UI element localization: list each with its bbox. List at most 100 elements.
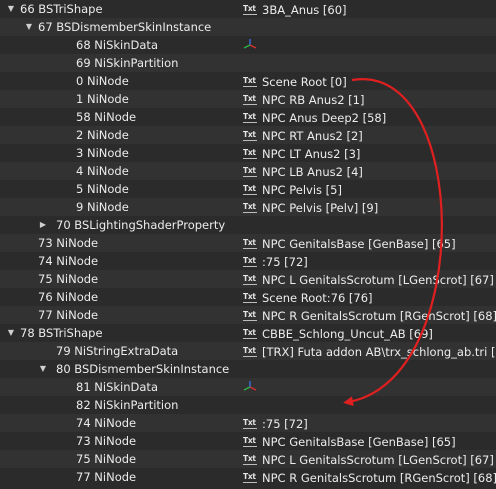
transform-axes-icon: [243, 38, 257, 49]
node-value: [243, 54, 496, 72]
node-value-text: NPC LB Anus2 [4]: [262, 164, 363, 179]
node-value-text: NPC Pelvis [Pelv] [9]: [262, 200, 379, 215]
node-value: Txt NPC R GenitalsScrotum [RGenScrot] [68…: [243, 468, 496, 486]
node-value-text: NPC L GenitalsScrotum [LGenScrot] [67]: [262, 452, 494, 467]
text-type-icon: Txt: [243, 183, 257, 195]
node-value: Txt Scene Root [0]: [243, 72, 496, 90]
tree-row[interactable]: 3 NiNode Txt NPC LT Anus2 [3]: [0, 144, 496, 162]
transform-axes-icon: [243, 380, 257, 391]
tree-row[interactable]: 68 NiSkinData: [0, 36, 496, 54]
node-value-text: [TRX] Futa addon AB\trx_schlong_ab.tri […: [262, 344, 496, 359]
node-tree: ▼ 66 BSTriShape Txt 3BA_Anus [60] ▼ 67 BSDism…: [0, 0, 496, 486]
node-value-text: :75 [72]: [262, 416, 308, 431]
text-type-icon: Txt: [243, 453, 257, 465]
node-value: Txt NPC Pelvis [5]: [243, 180, 496, 198]
tree-row[interactable]: 58 NiNode Txt NPC Anus Deep2 [58]: [0, 108, 496, 126]
node-name: 73 NiNode: [38, 236, 99, 250]
tree-row[interactable]: ▶ 70 BSLightingShaderProperty: [0, 216, 496, 234]
text-type-icon: Txt: [243, 273, 257, 285]
tree-row[interactable]: 75 NiNode Txt NPC L GenitalsScrotum [LGenS…: [0, 270, 496, 288]
text-type-icon: Txt: [243, 165, 257, 177]
text-type-icon: Txt: [243, 201, 257, 213]
text-type-icon: Txt: [243, 327, 257, 339]
tree-row[interactable]: 75 NiNode Txt NPC L GenitalsScrotum [LGenS…: [0, 450, 496, 468]
text-type-icon: Txt: [243, 291, 257, 303]
node-value-text: 3BA_Anus [60]: [262, 2, 347, 17]
node-name: 67 BSDismemberSkinInstance: [38, 20, 212, 34]
node-value-text: Scene Root:76 [76]: [262, 290, 373, 305]
node-value: Txt NPC RB Anus2 [1]: [243, 90, 496, 108]
node-value: Txt CBBE_Schlong_Uncut_AB [69]: [243, 324, 496, 342]
text-type-icon: Txt: [243, 75, 257, 87]
tree-row[interactable]: 77 NiNode Txt NPC R GenitalsScrotum [RGenS…: [0, 306, 496, 324]
node-value: Txt Scene Root:76 [76]: [243, 288, 496, 306]
tree-row[interactable]: 76 NiNode Txt Scene Root:76 [76]: [0, 288, 496, 306]
node-value: [243, 216, 496, 234]
node-value-text: NPC Pelvis [5]: [262, 182, 342, 197]
node-name: 77 NiNode: [38, 308, 99, 322]
node-value: Txt NPC RT Anus2 [2]: [243, 126, 496, 144]
node-value: Txt NPC LB Anus2 [4]: [243, 162, 496, 180]
tree-row[interactable]: 81 NiSkinData: [0, 378, 496, 396]
node-value: Txt [TRX] Futa addon AB\trx_schlong_ab.tr…: [243, 342, 496, 360]
node-value-text: NPC LT Anus2 [3]: [262, 146, 361, 161]
node-value: Txt :75 [72]: [243, 252, 496, 270]
node-name: 74 NiNode: [38, 254, 99, 268]
tree-row[interactable]: 82 NiSkinPartition: [0, 396, 496, 414]
tree-row[interactable]: 2 NiNode Txt NPC RT Anus2 [2]: [0, 126, 496, 144]
node-value: Txt NPC Anus Deep2 [58]: [243, 108, 496, 126]
tree-row[interactable]: 4 NiNode Txt NPC LB Anus2 [4]: [0, 162, 496, 180]
tree-row[interactable]: ▼ 67 BSDismemberSkinInstance: [0, 18, 496, 36]
node-name: 78 BSTriShape: [20, 326, 103, 340]
node-value: [243, 378, 496, 396]
node-value: Txt 3BA_Anus [60]: [243, 0, 496, 18]
node-value-text: :75 [72]: [262, 254, 308, 269]
node-value: Txt NPC L GenitalsScrotum [LGenScrot] [67…: [243, 270, 496, 288]
text-type-icon: Txt: [243, 309, 257, 321]
tree-row[interactable]: 77 NiNode Txt NPC R GenitalsScrotum [RGenS…: [0, 468, 496, 486]
text-type-icon: Txt: [243, 237, 257, 249]
node-value-text: NPC RT Anus2 [2]: [262, 128, 363, 143]
node-value-text: NPC Anus Deep2 [58]: [262, 110, 387, 125]
node-value: [243, 36, 496, 54]
node-value-text: NPC GenitalsBase [GenBase] [65]: [262, 434, 456, 449]
tree-row[interactable]: ▼ 78 BSTriShape Txt CBBE_Schlong_Uncut_AB […: [0, 324, 496, 342]
node-value-text: NPC RB Anus2 [1]: [262, 92, 365, 107]
tree-row[interactable]: 5 NiNode Txt NPC Pelvis [5]: [0, 180, 496, 198]
tree-row[interactable]: 0 NiNode Txt Scene Root [0]: [0, 72, 496, 90]
tree-row[interactable]: 1 NiNode Txt NPC RB Anus2 [1]: [0, 90, 496, 108]
text-type-icon: Txt: [243, 93, 257, 105]
text-type-icon: Txt: [243, 147, 257, 159]
tree-row[interactable]: 74 NiNode Txt:75 [72]: [0, 414, 496, 432]
node-value: Txt :75 [72]: [243, 414, 496, 432]
text-type-icon: Txt: [243, 471, 257, 483]
node-name: 66 BSTriShape: [20, 2, 103, 16]
node-value-text: CBBE_Schlong_Uncut_AB [69]: [262, 326, 433, 341]
tree-row[interactable]: 74 NiNode Txt :75 [72]: [0, 252, 496, 270]
text-type-icon: Txt: [243, 255, 257, 267]
node-value-text: NPC R GenitalsScrotum [RGenScrot] [68]: [262, 470, 496, 485]
text-type-icon: Txt: [243, 417, 257, 429]
tree-row[interactable]: 79 NiStringExtraData Txt [TRX] Futa addon …: [0, 342, 496, 360]
node-name: 76 NiNode: [38, 290, 99, 304]
node-value: Txt NPC Pelvis [Pelv] [9]: [243, 198, 496, 216]
node-value: [243, 396, 496, 414]
node-value-text: NPC R GenitalsScrotum [RGenScrot] [68]: [262, 308, 496, 323]
tree-row[interactable]: 73 NiNode Txt NPC GenitalsBase [GenBase] […: [0, 234, 496, 252]
node-value: Txt NPC L GenitalsScrotum [LGenScrot] [67…: [243, 450, 496, 468]
node-value: Txt NPC GenitalsBase [GenBase] [65]: [243, 234, 496, 252]
tree-row[interactable]: 9 NiNode Txt NPC Pelvis [Pelv] [9]: [0, 198, 496, 216]
node-value-text: NPC GenitalsBase [GenBase] [65]: [262, 236, 456, 251]
tree-row[interactable]: 69 NiSkinPartition: [0, 54, 496, 72]
text-type-icon: Txt: [243, 129, 257, 141]
tree-row[interactable]: 73 NiNode Txt NPC GenitalsBase [GenBase] […: [0, 432, 496, 450]
text-type-icon: Txt: [243, 345, 257, 357]
node-value: Txt NPC R GenitalsScrotum [RGenScrot] [68…: [243, 306, 496, 324]
node-value-text: Scene Root [0]: [262, 74, 347, 89]
node-value: [243, 18, 496, 36]
tree-row[interactable]: ▼ 66 BSTriShape Txt 3BA_Anus [60]: [0, 0, 496, 18]
node-name: 75 NiNode: [38, 272, 99, 286]
text-type-icon: Txt: [243, 3, 257, 15]
node-value-text: NPC L GenitalsScrotum [LGenScrot] [67]: [262, 272, 494, 287]
tree-row[interactable]: ▼ 80 BSDismemberSkinInstance: [0, 360, 496, 378]
